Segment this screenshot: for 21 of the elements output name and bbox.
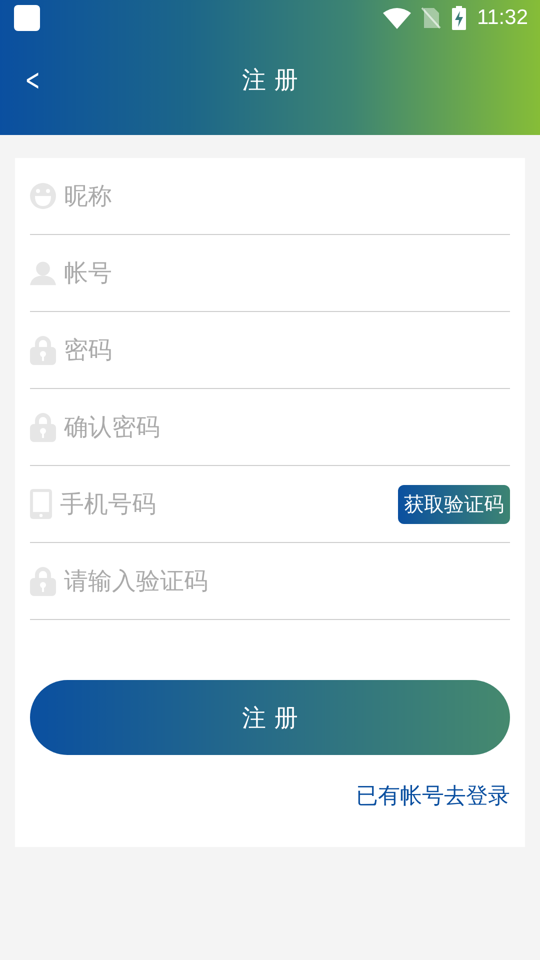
input-field[interactable]: 请输入验证码 (64, 567, 510, 595)
face-icon (30, 181, 56, 211)
register-button[interactable]: 注 册 (30, 680, 510, 755)
back-button[interactable]: < (22, 62, 43, 98)
input-field[interactable]: 密码 (64, 336, 510, 364)
lock-icon (30, 335, 56, 365)
no-sim-icon (421, 7, 441, 29)
lock-icon (30, 412, 56, 442)
status-time: 11:32 (477, 6, 528, 30)
wifi-icon (383, 7, 411, 29)
get-code-button[interactable]: 获取验证码 (398, 484, 510, 524)
input-field[interactable]: 帐号 (64, 259, 510, 287)
input-field[interactable]: 确认密码 (64, 413, 510, 441)
app-icon (14, 5, 40, 31)
lock-icon (30, 566, 56, 596)
phone-icon (30, 489, 52, 519)
page-title: 注 册 (242, 65, 298, 96)
input-field[interactable]: 昵称 (64, 182, 510, 210)
login-link[interactable]: 已有帐号去登录 (356, 781, 510, 811)
input-field[interactable]: 手机号码 (60, 490, 390, 518)
battery-icon (451, 6, 467, 30)
